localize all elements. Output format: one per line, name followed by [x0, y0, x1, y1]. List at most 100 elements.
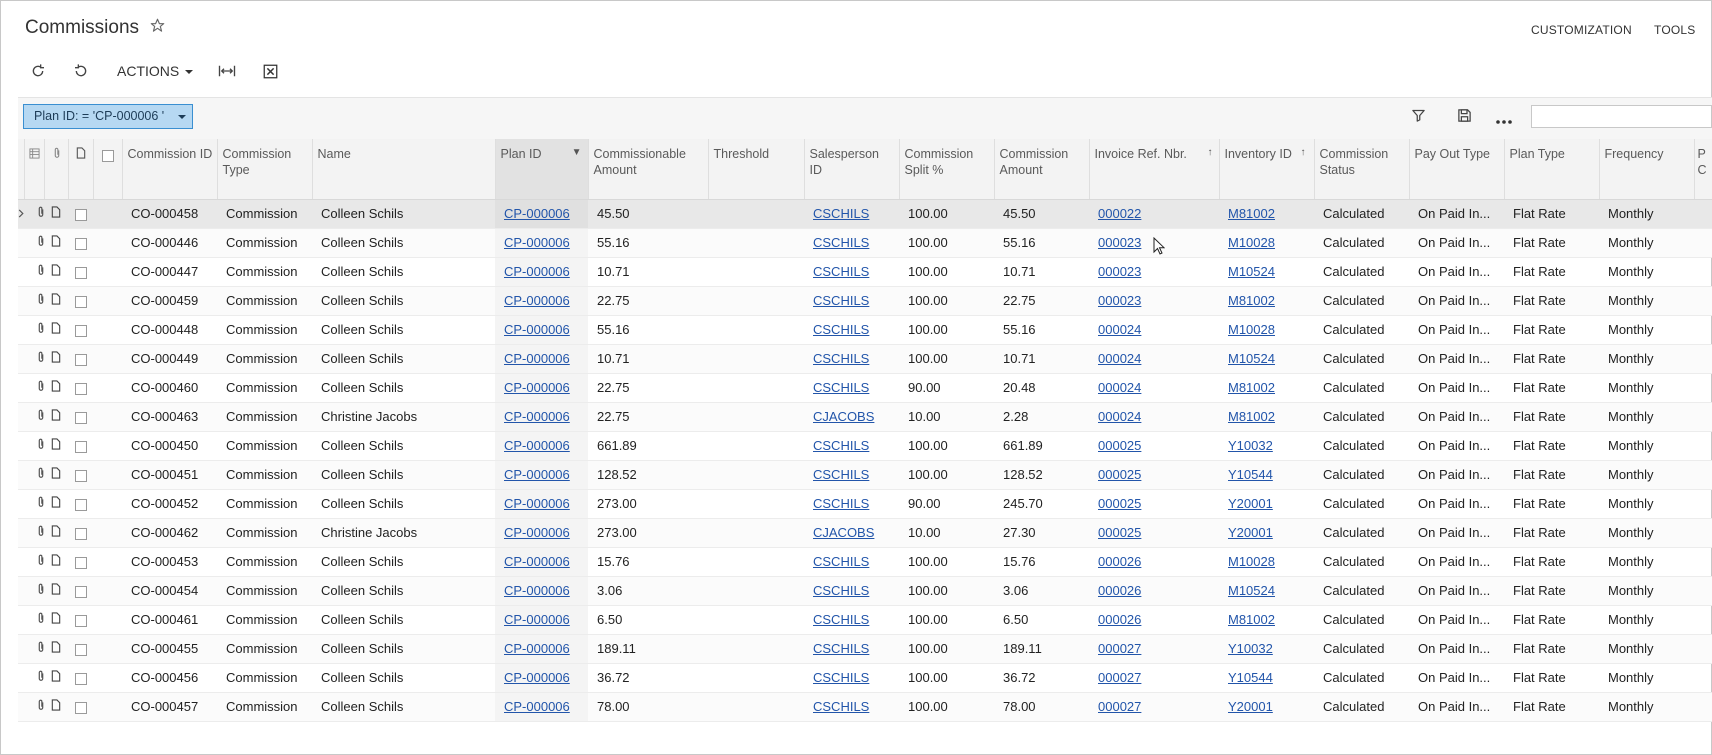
note-cell[interactable]	[44, 634, 68, 664]
select-cell[interactable]	[68, 431, 93, 461]
attachment-cell[interactable]	[24, 663, 44, 693]
invoice-ref-link[interactable]: 000024	[1098, 380, 1141, 395]
row-checkbox[interactable]	[74, 237, 87, 250]
inventory-id-link[interactable]: M81002	[1228, 409, 1275, 424]
export-excel-button[interactable]	[263, 60, 278, 82]
inventory-id-link[interactable]: Y10544	[1228, 467, 1273, 482]
plan-id-link[interactable]: CP-000006	[504, 641, 570, 656]
select-cell[interactable]	[68, 634, 93, 664]
invoice-ref-link[interactable]: 000022	[1098, 206, 1141, 221]
col-commission-type[interactable]: Commission Type	[217, 139, 313, 200]
salesperson-id-link[interactable]: CJACOBS	[813, 525, 874, 540]
invoice-ref-link[interactable]: 000025	[1098, 496, 1141, 511]
col-plan-type[interactable]: Plan Type	[1504, 139, 1600, 200]
note-cell[interactable]	[44, 286, 68, 316]
table-row[interactable]: CO-000463 Commission Christine Jacobs CP-00…	[18, 402, 1712, 432]
salesperson-id-link[interactable]: CSCHILS	[813, 351, 869, 366]
customization-link[interactable]: CUSTOMIZATION	[1531, 23, 1632, 37]
row-checkbox[interactable]	[74, 498, 87, 511]
plan-id-link[interactable]: CP-000006	[504, 438, 570, 453]
plan-id-link[interactable]: CP-000006	[504, 206, 570, 221]
row-checkbox[interactable]	[74, 527, 87, 540]
plan-id-link[interactable]: CP-000006	[504, 235, 570, 250]
salesperson-id-link[interactable]: CSCHILS	[813, 612, 869, 627]
inventory-id-link[interactable]: M10028	[1228, 554, 1275, 569]
row-checkbox[interactable]	[74, 411, 87, 424]
attachment-cell[interactable]	[24, 373, 44, 403]
select-all-header[interactable]	[93, 139, 123, 200]
inventory-id-link[interactable]: M81002	[1228, 206, 1275, 221]
invoice-ref-link[interactable]: 000026	[1098, 554, 1141, 569]
invoice-ref-link[interactable]: 000027	[1098, 641, 1141, 656]
select-cell[interactable]	[68, 605, 93, 635]
attachment-cell[interactable]	[24, 286, 44, 316]
table-row[interactable]: CO-000462 Commission Christine Jacobs CP-00…	[18, 518, 1712, 548]
attachment-cell[interactable]	[24, 402, 44, 432]
refresh-button[interactable]	[30, 60, 46, 82]
attachment-cell[interactable]	[24, 634, 44, 664]
row-checkbox[interactable]	[74, 614, 87, 627]
salesperson-id-link[interactable]: CSCHILS	[813, 699, 869, 714]
salesperson-id-link[interactable]: CSCHILS	[813, 641, 869, 656]
attachment-cell[interactable]	[24, 228, 44, 258]
note-cell[interactable]	[44, 344, 68, 374]
attachment-cell[interactable]	[24, 518, 44, 548]
plan-id-link[interactable]: CP-000006	[504, 612, 570, 627]
undo-button[interactable]	[73, 60, 89, 82]
plan-id-link[interactable]: CP-000006	[504, 264, 570, 279]
select-cell[interactable]	[68, 228, 93, 258]
inventory-id-link[interactable]: Y20001	[1228, 525, 1273, 540]
row-checkbox[interactable]	[74, 440, 87, 453]
invoice-ref-link[interactable]: 000023	[1098, 293, 1141, 308]
plan-id-link[interactable]: CP-000006	[504, 409, 570, 424]
save-filter-button[interactable]	[1457, 108, 1472, 128]
plan-id-link[interactable]: CP-000006	[504, 699, 570, 714]
note-cell[interactable]	[44, 315, 68, 345]
col-commissionable-amount[interactable]: Commissionable Amount	[588, 139, 709, 200]
row-checkbox[interactable]	[74, 324, 87, 337]
inventory-id-link[interactable]: Y10032	[1228, 641, 1273, 656]
table-row[interactable]: CO-000448 Commission Colleen Schils CP-0000…	[18, 315, 1712, 345]
row-checkbox[interactable]	[74, 556, 87, 569]
invoice-ref-link[interactable]: 000024	[1098, 351, 1141, 366]
note-cell[interactable]	[44, 431, 68, 461]
note-cell[interactable]	[44, 228, 68, 258]
attachment-cell[interactable]	[24, 460, 44, 490]
note-cell[interactable]	[44, 373, 68, 403]
table-row[interactable]: CO-000446 Commission Colleen Schils CP-0000…	[18, 228, 1712, 258]
select-cell[interactable]	[68, 576, 93, 606]
table-row[interactable]: CO-000454 Commission Colleen Schils CP-0000…	[18, 576, 1712, 606]
note-cell[interactable]	[44, 576, 68, 606]
select-cell[interactable]	[68, 402, 93, 432]
row-checkbox[interactable]	[74, 469, 87, 482]
col-frequency[interactable]: Frequency	[1599, 139, 1695, 200]
note-cell[interactable]	[44, 518, 68, 548]
attachment-cell[interactable]	[24, 257, 44, 287]
plan-id-link[interactable]: CP-000006	[504, 322, 570, 337]
attachment-cell[interactable]	[24, 605, 44, 635]
table-row[interactable]: CO-000460 Commission Colleen Schils CP-0000…	[18, 373, 1712, 403]
invoice-ref-link[interactable]: 000025	[1098, 467, 1141, 482]
table-row[interactable]: CO-000458 Commission Colleen Schils CP-0000…	[18, 199, 1712, 229]
invoice-ref-link[interactable]: 000027	[1098, 670, 1141, 685]
inventory-id-link[interactable]: Y10544	[1228, 670, 1273, 685]
select-cell[interactable]	[68, 315, 93, 345]
col-commission-split[interactable]: Commission Split %	[899, 139, 995, 200]
invoice-ref-link[interactable]: 000027	[1098, 699, 1141, 714]
col-commission-status[interactable]: Commission Status	[1314, 139, 1410, 200]
attachment-cell[interactable]	[24, 489, 44, 519]
table-row[interactable]: CO-000453 Commission Colleen Schils CP-0000…	[18, 547, 1712, 577]
salesperson-id-link[interactable]: CJACOBS	[813, 409, 874, 424]
salesperson-id-link[interactable]: CSCHILS	[813, 380, 869, 395]
salesperson-id-link[interactable]: CSCHILS	[813, 206, 869, 221]
inventory-id-link[interactable]: M81002	[1228, 293, 1275, 308]
plan-id-filter-chip[interactable]: Plan ID: = 'CP-000006 '	[23, 104, 193, 129]
salesperson-id-link[interactable]: CSCHILS	[813, 438, 869, 453]
inventory-id-link[interactable]: Y20001	[1228, 496, 1273, 511]
invoice-ref-link[interactable]: 000024	[1098, 322, 1141, 337]
more-button[interactable]	[1496, 112, 1512, 130]
select-cell[interactable]	[68, 547, 93, 577]
plan-id-link[interactable]: CP-000006	[504, 670, 570, 685]
table-row[interactable]: CO-000450 Commission Colleen Schils CP-0000…	[18, 431, 1712, 461]
invoice-ref-link[interactable]: 000024	[1098, 409, 1141, 424]
